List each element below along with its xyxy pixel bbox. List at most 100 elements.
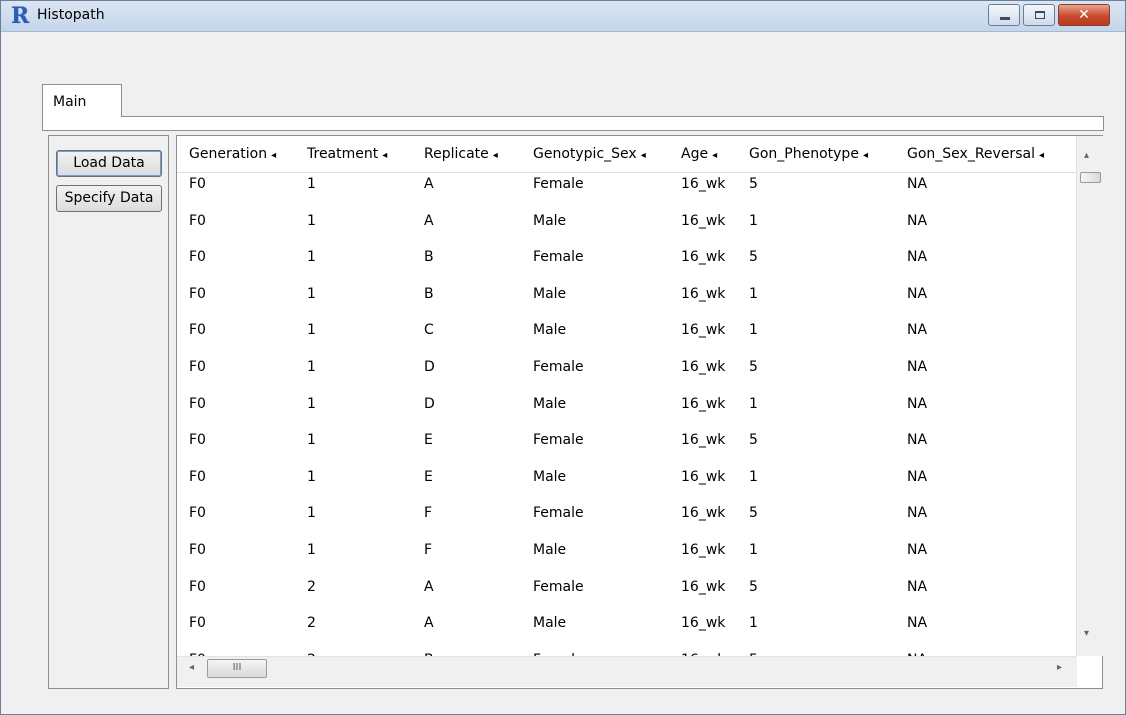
table-cell: 5 [749, 249, 758, 266]
table-cell: 16_wk [681, 249, 726, 266]
table-cell: 1 [307, 468, 316, 485]
table-cell: Female [533, 249, 584, 266]
table-row[interactable]: F0 2 A Male 16_wk 1 NA [177, 615, 1077, 651]
table-cell: B [424, 249, 434, 266]
table-row[interactable]: F0 1 F Male 16_wk 1 NA [177, 542, 1077, 578]
table-row[interactable]: F0 1 D Female 16_wk 5 NA [177, 359, 1077, 395]
table-cell: NA [907, 432, 928, 449]
column-header-label: Gon_Phenotype [749, 146, 859, 162]
minimize-icon [1000, 17, 1010, 20]
table-cell: Female [533, 578, 584, 595]
table-cell: 1 [749, 542, 758, 558]
table-cell: F0 [189, 505, 206, 522]
vertical-scrollbar[interactable]: ▴ ▾ [1076, 136, 1103, 656]
sort-arrow-icon: ◂ [1038, 150, 1044, 161]
table-cell: 5 [749, 359, 758, 375]
vertical-scroll-thumb[interactable] [1080, 172, 1101, 183]
table-cell: F0 [189, 212, 206, 229]
table-cell: Female [533, 505, 584, 522]
table-row[interactable]: F0 1 D Male 16_wk 1 NA [177, 396, 1077, 432]
column-header[interactable]: Generation ◂ [189, 146, 276, 162]
scroll-right-icon[interactable]: ▸ [1057, 662, 1062, 673]
data-grid[interactable]: Generation ◂ Treatment ◂ Replicate ◂ Genotypic… [177, 136, 1077, 656]
table-cell: C [424, 322, 434, 339]
table-cell: 1 [307, 505, 316, 522]
table-cell: A [424, 615, 434, 632]
table-cell: Female [533, 176, 584, 192]
table-cell: 5 [749, 578, 758, 595]
table-cell: 1 [749, 285, 758, 302]
table-cell: 16_wk [681, 176, 726, 192]
load-data-button[interactable]: Load Data [56, 150, 162, 177]
column-header[interactable]: Replicate ◂ [424, 146, 498, 162]
table-cell: 16_wk [681, 359, 726, 375]
table-cell: NA [907, 249, 928, 266]
table-cell: 1 [307, 395, 316, 412]
column-header-label: Treatment [307, 146, 379, 162]
table-cell: F [424, 505, 433, 522]
sort-arrow-icon: ◂ [382, 150, 388, 161]
table-cell: A [424, 578, 434, 595]
table-cell: Male [533, 615, 567, 632]
table-cell: 1 [307, 212, 316, 229]
column-header-label: Age [681, 146, 709, 162]
table-row[interactable]: F0 1 A Male 16_wk 1 NA [177, 213, 1077, 249]
maximize-button[interactable] [1023, 4, 1055, 26]
table-cell: Male [533, 322, 567, 339]
window-title: Histopath [37, 7, 105, 23]
sort-arrow-icon: ◂ [492, 150, 498, 161]
table-cell: F0 [189, 285, 206, 302]
table-cell: 16_wk [681, 578, 726, 595]
table-cell: 1 [307, 542, 316, 558]
scroll-left-icon[interactable]: ◂ [189, 662, 194, 673]
table-row[interactable]: F0 1 F Female 16_wk 5 NA [177, 505, 1077, 541]
table-cell: 1 [307, 322, 316, 339]
table-cell: NA [907, 395, 928, 412]
table-cell: Male [533, 468, 567, 485]
table-row[interactable]: F0 1 B Female 16_wk 5 NA [177, 249, 1077, 285]
table-cell: 16_wk [681, 468, 726, 485]
table-cell: A [424, 176, 434, 192]
table-cell: 1 [749, 468, 758, 485]
horizontal-scroll-thumb[interactable]: III [207, 659, 267, 678]
column-header[interactable]: Age ◂ [681, 146, 717, 162]
table-row[interactable]: F0 1 C Male 16_wk 1 NA [177, 322, 1077, 358]
table-row[interactable]: F0 1 E Female 16_wk 5 NA [177, 432, 1077, 468]
close-icon: ✕ [1078, 7, 1090, 23]
table-row[interactable]: F0 1 A Female 16_wk 5 NA [177, 176, 1077, 212]
scroll-up-icon[interactable]: ▴ [1084, 150, 1089, 161]
maximize-icon [1035, 11, 1045, 19]
table-cell: F0 [189, 468, 206, 485]
table-row[interactable]: F0 2 A Female 16_wk 5 NA [177, 579, 1077, 615]
table-cell: NA [907, 505, 928, 522]
close-button[interactable]: ✕ [1058, 4, 1110, 26]
column-header[interactable]: Gon_Sex_Reversal ◂ [907, 146, 1044, 162]
table-cell: 1 [749, 395, 758, 412]
r-app-icon: R [11, 3, 30, 29]
table-cell: 5 [749, 176, 758, 192]
sort-arrow-icon: ◂ [862, 150, 868, 161]
scroll-down-icon[interactable]: ▾ [1084, 628, 1089, 639]
table-cell: 16_wk [681, 542, 726, 558]
table-cell: NA [907, 212, 928, 229]
column-header[interactable]: Genotypic_Sex ◂ [533, 146, 646, 162]
specify-data-button[interactable]: Specify Data [56, 185, 162, 212]
table-cell: A [424, 212, 434, 229]
horizontal-scrollbar[interactable]: ◂ III ▸ [177, 656, 1077, 687]
table-cell: F0 [189, 432, 206, 449]
table-cell: 16_wk [681, 395, 726, 412]
table-cell: NA [907, 468, 928, 485]
title-bar[interactable]: R Histopath ✕ [1, 1, 1125, 32]
table-row[interactable]: F0 1 E Male 16_wk 1 NA [177, 469, 1077, 505]
table-cell: Male [533, 285, 567, 302]
minimize-button[interactable] [988, 4, 1020, 26]
table-header: Generation ◂ Treatment ◂ Replicate ◂ Genotypic… [177, 136, 1077, 173]
tab-main[interactable]: Main [42, 84, 122, 117]
table-cell: Male [533, 212, 567, 229]
table-cell: NA [907, 578, 928, 595]
column-header[interactable]: Gon_Phenotype ◂ [749, 146, 868, 162]
table-cell: F0 [189, 542, 206, 558]
table-row[interactable]: F0 1 B Male 16_wk 1 NA [177, 286, 1077, 322]
data-table-panel: Generation ◂ Treatment ◂ Replicate ◂ Genotypic… [176, 135, 1103, 689]
column-header[interactable]: Treatment ◂ [307, 146, 387, 162]
